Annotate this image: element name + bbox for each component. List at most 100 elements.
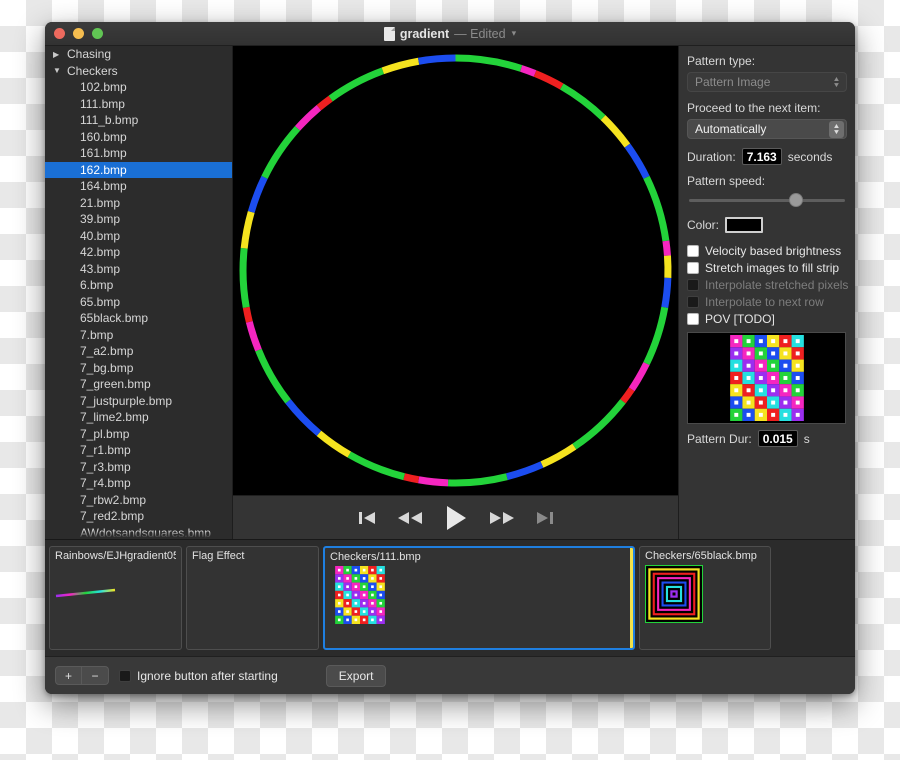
pattern-duration-row: Pattern Dur: 0.015 s — [687, 430, 847, 447]
chevron-down-icon[interactable]: ▾ — [512, 28, 517, 39]
sidebar-file-item[interactable]: 7_pl.bmp — [45, 426, 232, 443]
sidebar-file-label: 7_r4.bmp — [80, 476, 131, 491]
sidebar-file-item[interactable]: 7.bmp — [45, 327, 232, 344]
checkbox-row[interactable]: Stretch images to fill strip — [687, 259, 847, 276]
sidebar-file-item[interactable]: 162.bmp — [45, 161, 232, 178]
timeline-clip[interactable]: Checkers/65black.bmp — [639, 546, 771, 650]
sidebar-file-label: 65black.bmp — [80, 311, 149, 326]
led-segment — [285, 399, 322, 436]
fast-forward-icon — [489, 511, 514, 524]
sidebar-file-item[interactable]: 65.bmp — [45, 294, 232, 311]
sidebar-file-item[interactable]: 160.bmp — [45, 129, 232, 146]
sidebar-file-item[interactable]: 164.bmp — [45, 178, 232, 195]
fast-forward-button[interactable] — [488, 509, 516, 527]
sidebar-file-item[interactable]: 7_bg.bmp — [45, 360, 232, 377]
sidebar-file-item[interactable]: AWdotsandsquares.bmp — [45, 525, 232, 539]
sidebar-file-item[interactable]: 7_lime2.bmp — [45, 409, 232, 426]
add-item-button[interactable]: + — [55, 666, 82, 685]
sidebar-file-item[interactable]: 39.bmp — [45, 211, 232, 228]
close-window-button[interactable] — [54, 28, 65, 39]
pattern-dur-input[interactable]: 0.015 — [757, 430, 798, 447]
sidebar-group-chasing[interactable]: Chasing — [45, 46, 232, 63]
skip-to-end-button[interactable] — [535, 509, 555, 527]
sidebar-file-item[interactable]: 7_r4.bmp — [45, 475, 232, 492]
pattern-cell-dot — [746, 339, 751, 344]
sidebar-file-item[interactable]: 7_green.bmp — [45, 376, 232, 393]
pattern-cell-dot — [379, 568, 383, 572]
color-swatch-button[interactable] — [725, 217, 764, 233]
pattern-dur-label: Pattern Dur: — [687, 431, 752, 446]
sidebar-file-label: 7_red2.bmp — [80, 509, 145, 524]
pattern-cell-dot — [362, 618, 366, 622]
ignore-button-checkbox-row[interactable]: Ignore button after starting — [119, 667, 278, 684]
sidebar-file-item[interactable]: 7_r3.bmp — [45, 459, 232, 476]
rewind-button[interactable] — [396, 509, 424, 527]
proceed-select[interactable]: Automatically ▲ ▼ — [687, 119, 847, 139]
checkbox-box[interactable] — [687, 244, 699, 257]
led-segment — [540, 443, 577, 468]
led-segment — [255, 348, 291, 404]
led-segment — [663, 255, 672, 279]
file-tree[interactable]: ChasingCheckers102.bmp111.bmp111_b.bmp16… — [45, 46, 232, 539]
pattern-cell-dot — [733, 339, 738, 344]
sidebar-group-checkers[interactable]: Checkers — [45, 63, 232, 80]
pattern-cell-dot — [758, 363, 763, 368]
sidebar-file-item[interactable]: 161.bmp — [45, 145, 232, 162]
play-icon — [446, 505, 466, 530]
remove-item-button[interactable]: − — [82, 666, 109, 685]
disclosure-triangle-icon[interactable] — [53, 50, 63, 59]
minimize-window-button[interactable] — [73, 28, 84, 39]
ignore-button-checkbox[interactable] — [119, 669, 131, 682]
export-button[interactable]: Export — [325, 664, 387, 687]
pattern-cell-dot — [337, 577, 341, 580]
checkbox-box[interactable] — [687, 261, 699, 274]
pattern-cell-dot — [362, 568, 366, 572]
pattern-cell-dot — [733, 363, 738, 368]
pattern-cell-dot — [346, 610, 349, 613]
sidebar-file-item[interactable]: 7_a2.bmp — [45, 343, 232, 360]
sidebar-file-item[interactable]: 21.bmp — [45, 195, 232, 212]
bottom-toolbar: + − Ignore button after starting Export — [45, 656, 855, 694]
led-segment — [533, 70, 564, 90]
sidebar-file-item[interactable]: 65black.bmp — [45, 310, 232, 327]
sidebar-file-item[interactable]: 43.bmp — [45, 261, 232, 278]
pattern-cell-dot — [346, 577, 349, 580]
add-remove-segmented-control: + − — [55, 666, 109, 685]
led-ring-canvas[interactable] — [233, 46, 678, 495]
checkbox-row[interactable]: POV [TODO] — [687, 310, 847, 327]
sidebar-file-item[interactable]: 7_rbw2.bmp — [45, 492, 232, 509]
pattern-type-select[interactable]: Pattern Image ▲ ▼ — [687, 72, 847, 92]
pattern-file-sidebar[interactable]: ChasingCheckers102.bmp111.bmp111_b.bmp16… — [45, 46, 233, 539]
sidebar-file-item[interactable]: 102.bmp — [45, 79, 232, 96]
pattern-preview-box[interactable] — [687, 332, 846, 424]
disclosure-triangle-icon[interactable] — [53, 66, 63, 75]
sidebar-file-label: 7_green.bmp — [80, 377, 151, 392]
pattern-speed-slider[interactable] — [687, 192, 847, 208]
sidebar-file-item[interactable]: 42.bmp — [45, 244, 232, 261]
skip-to-start-button[interactable] — [357, 509, 377, 527]
sidebar-file-item[interactable]: 111_b.bmp — [45, 112, 232, 129]
checkbox-row[interactable]: Velocity based brightness — [687, 242, 847, 259]
play-button[interactable] — [443, 504, 469, 532]
timeline-clip-label: Checkers/111.bmp — [330, 551, 421, 563]
slider-thumb[interactable] — [788, 193, 803, 207]
timeline-clip[interactable]: Rainbows/EJHgradient05... — [49, 546, 182, 650]
zoom-window-button[interactable] — [92, 28, 103, 39]
sidebar-file-item[interactable]: 111.bmp — [45, 96, 232, 113]
timeline-clip[interactable]: Flag Effect — [186, 546, 319, 650]
sidebar-file-item[interactable]: 7_red2.bmp — [45, 508, 232, 525]
timeline-clip[interactable]: Checkers/111.bmp — [323, 546, 635, 650]
pattern-speed-label: Pattern speed: — [687, 174, 766, 188]
checkbox-box[interactable] — [687, 312, 699, 325]
led-segment — [328, 67, 385, 102]
sidebar-file-item[interactable]: 7_r1.bmp — [45, 442, 232, 459]
sidebar-file-item[interactable]: 7_justpurple.bmp — [45, 393, 232, 410]
timeline-track[interactable]: Rainbows/EJHgradient05... Flag Effect Chec… — [45, 539, 855, 656]
clip-resize-handle[interactable] — [630, 548, 633, 648]
sidebar-file-label: 43.bmp — [80, 261, 121, 276]
sidebar-file-item[interactable]: 6.bmp — [45, 277, 232, 294]
sidebar-file-item[interactable]: 40.bmp — [45, 228, 232, 245]
center-stage — [233, 46, 678, 539]
duration-input[interactable]: 7.163 — [741, 148, 782, 165]
title-bar[interactable]: gradient — Edited ▾ — [45, 22, 855, 46]
